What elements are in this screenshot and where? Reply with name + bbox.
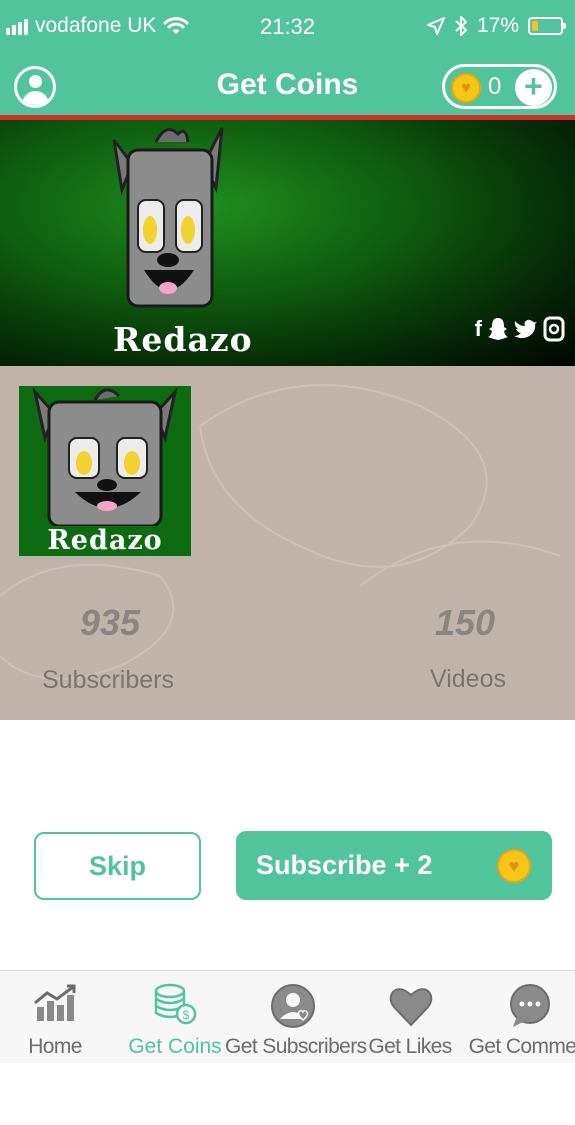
videos-count: 150 bbox=[435, 602, 496, 643]
coin-icon: ♥ bbox=[497, 849, 531, 883]
heart-icon bbox=[389, 988, 433, 1027]
nav-bar: Get Coins ♥ 0 + bbox=[0, 50, 575, 117]
tab-label: Get Subscribers bbox=[225, 1035, 367, 1058]
facebook-icon: f bbox=[474, 316, 482, 341]
tab-label: Get Coins bbox=[128, 1035, 222, 1058]
battery-icon bbox=[528, 17, 566, 35]
tab-get-comments[interactable]: Get Commen bbox=[469, 971, 575, 1064]
videos-label: Videos bbox=[430, 665, 506, 693]
subscribers-label: Subscribers bbox=[42, 666, 174, 694]
channel-avatar[interactable]: Redazo bbox=[19, 386, 191, 556]
instagram-icon bbox=[543, 316, 565, 342]
location-icon bbox=[426, 17, 445, 35]
avatar-brand-text: Redazo bbox=[47, 525, 163, 556]
channel-banner: Redazo f bbox=[0, 120, 575, 366]
tab-label: Home bbox=[28, 1035, 82, 1058]
social-icons: f bbox=[475, 316, 565, 342]
tab-bar: Home $ Get Coins Get Subscribers Get Lik… bbox=[0, 970, 575, 1063]
tab-home[interactable]: Home bbox=[15, 971, 95, 1064]
coin-balance-pill[interactable]: ♥ 0 + bbox=[442, 64, 557, 109]
coin-icon: ♥ bbox=[451, 73, 481, 103]
subscribers-count: 935 bbox=[80, 602, 141, 643]
tab-get-coins[interactable]: $ Get Coins bbox=[128, 971, 222, 1064]
twitter-icon bbox=[514, 319, 537, 339]
tab-label: Get Likes bbox=[368, 1035, 452, 1058]
comment-icon bbox=[510, 984, 550, 1027]
svg-text:$: $ bbox=[183, 1008, 190, 1022]
snapchat-icon bbox=[488, 318, 508, 340]
skip-button[interactable]: Skip bbox=[34, 832, 201, 900]
user-heart-icon bbox=[271, 984, 315, 1028]
coins-icon: $ bbox=[154, 983, 197, 1025]
subscribe-button[interactable]: Subscribe + 2 ♥ bbox=[236, 831, 552, 900]
status-bar: vodafone UK 21:32 17% bbox=[0, 0, 575, 50]
add-coins-button[interactable]: + bbox=[515, 69, 552, 106]
channel-info-panel: Redazo 935 Subscribers 150 Videos bbox=[0, 366, 575, 720]
top-bar: vodafone UK 21:32 17% Get Coins ♥ 0 + bbox=[0, 0, 575, 120]
chart-icon bbox=[34, 984, 76, 1021]
tab-get-subscribers[interactable]: Get Subscribers bbox=[225, 971, 367, 1064]
banner-brand-text: Redazo bbox=[113, 320, 253, 359]
coin-count: 0 bbox=[488, 73, 502, 100]
subscribe-button-label: Subscribe + 2 bbox=[256, 850, 433, 880]
avatar-mascot-image bbox=[32, 386, 178, 526]
tab-get-likes[interactable]: Get Likes bbox=[362, 971, 458, 1064]
mascot-image bbox=[112, 127, 224, 308]
tab-label: Get Commen bbox=[468, 1035, 575, 1058]
battery-percent: 17% bbox=[476, 14, 519, 37]
bluetooth-icon bbox=[455, 16, 467, 36]
